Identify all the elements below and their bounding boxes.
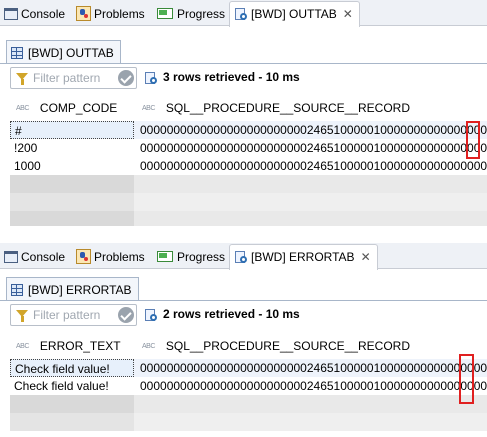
tab-console[interactable]: Console [4, 246, 65, 268]
tab-console-label: Console [21, 250, 66, 264]
table-grid-icon [11, 283, 23, 296]
column-header-error-text[interactable]: ABC ERROR_TEXT [16, 333, 121, 359]
empty-cell [134, 175, 487, 193]
tab-progress-label: Progress [177, 7, 226, 21]
column-header-comp-code[interactable]: ABC COMP_CODE [16, 95, 117, 121]
table-row[interactable]: # 00000000000000000000000002465100000100… [0, 121, 487, 139]
grid-header: ABC COMP_CODE ABC SQL__PROCEDURE__SOURCE__… [0, 95, 487, 121]
view-tab-bar: Console Problems Progress [BWD] OUTTAB ✕ [0, 0, 487, 27]
table-grid-icon [11, 46, 23, 59]
empty-cell [10, 175, 134, 193]
tab-problems-label: Problems [94, 7, 145, 21]
editor-tab-errortab[interactable]: [BWD] ERRORTAB [6, 277, 139, 301]
tab-outtab[interactable]: [BWD] OUTTAB ✕ [229, 1, 360, 27]
filter-funnel-icon [16, 73, 28, 85]
tab-errortab[interactable]: [BWD] ERRORTAB ✕ [229, 244, 378, 270]
filter-input[interactable]: Filter pattern [10, 304, 137, 326]
text-type-icon: ABC [142, 104, 155, 112]
outtab-panel: Console Problems Progress [BWD] OUTTAB ✕ … [0, 0, 487, 226]
editor-tab-label: [BWD] OUTTAB [28, 46, 114, 60]
console-icon [4, 250, 18, 263]
tab-progress-label: Progress [177, 250, 226, 264]
empty-cell [134, 193, 487, 211]
filter-toolbar: Filter pattern 2 rows retrieved - 10 ms [0, 300, 487, 331]
table-row[interactable]: !200 00000000000000000000000002465100000… [0, 139, 487, 157]
editor-tab-outtab[interactable]: [BWD] OUTTAB [6, 40, 121, 64]
empty-cell [10, 413, 134, 431]
console-icon [4, 7, 18, 20]
errortab-panel: Console Problems Progress [BWD] ERRORTAB… [0, 243, 487, 437]
grid-cell[interactable]: !200 [10, 139, 134, 157]
text-type-icon: ABC [16, 104, 29, 112]
column-header-label: COMP_CODE [39, 101, 118, 115]
empty-cell [134, 395, 487, 413]
tab-problems[interactable]: Problems [76, 3, 145, 25]
column-header-label: SQL__PROCEDURE__SOURCE__RECORD [165, 101, 410, 115]
tab-progress[interactable]: Progress [157, 3, 225, 25]
tab-console-label: Console [21, 7, 66, 21]
grid-cell[interactable]: 0000000000000000000000000246510000010000… [134, 377, 487, 395]
rows-retrieved-status: 3 rows retrieved - 10 ms [163, 70, 300, 84]
grid-cell[interactable]: 0000000000000000000000000246510000010000… [134, 121, 487, 139]
close-icon[interactable]: ✕ [361, 245, 371, 269]
tab-problems-label: Problems [94, 250, 145, 264]
grid-cell[interactable]: 1000 [10, 157, 134, 175]
grid-cell[interactable]: 0000000000000000000000000246510000010000… [134, 359, 487, 377]
tab-progress[interactable]: Progress [157, 246, 225, 268]
result-set-icon [234, 7, 248, 21]
empty-row [0, 413, 487, 431]
table-row[interactable]: Check field value! 000000000000000000000… [0, 377, 487, 395]
filter-input[interactable]: Filter pattern [10, 67, 137, 89]
empty-cell [10, 395, 134, 413]
text-type-icon: ABC [16, 342, 29, 350]
grid-cell[interactable]: 0000000000000000000000000246510000010000… [134, 139, 487, 157]
grid-cell[interactable]: 0000000000000000000000000246510000010000… [134, 157, 487, 175]
result-set-icon [144, 308, 158, 322]
filter-toolbar: Filter pattern 3 rows retrieved - 10 ms [0, 63, 487, 94]
filter-funnel-icon [16, 310, 28, 322]
empty-row [0, 193, 487, 211]
apply-filter-icon[interactable] [118, 307, 134, 323]
problems-icon [76, 249, 91, 265]
apply-filter-icon[interactable] [118, 70, 134, 86]
result-grid: ABC COMP_CODE ABC SQL__PROCEDURE__SOURCE__… [0, 95, 487, 226]
empty-row [0, 395, 487, 413]
progress-icon [157, 251, 173, 263]
result-grid: ABC ERROR_TEXT ABC SQL__PROCEDURE__SOURCE_… [0, 333, 487, 437]
empty-cell [10, 211, 134, 226]
problems-icon [76, 6, 91, 22]
column-header-source-record[interactable]: ABC SQL__PROCEDURE__SOURCE__RECORD [142, 95, 410, 121]
close-icon[interactable]: ✕ [343, 2, 353, 26]
highlight-box [459, 354, 474, 404]
filter-placeholder: Filter pattern [33, 308, 101, 322]
filter-placeholder: Filter pattern [33, 71, 101, 85]
rows-retrieved-status: 2 rows retrieved - 10 ms [163, 307, 300, 321]
tab-errortab-label: [BWD] ERRORTAB [251, 250, 355, 264]
table-row[interactable]: Check field value! 000000000000000000000… [0, 359, 487, 377]
view-tab-bar: Console Problems Progress [BWD] ERRORTAB… [0, 243, 487, 270]
empty-cell [134, 211, 487, 226]
highlight-box [466, 121, 480, 159]
tab-console[interactable]: Console [4, 3, 65, 25]
empty-row [0, 211, 487, 226]
grid-cell[interactable]: Check field value! [10, 377, 134, 395]
column-header-source-record[interactable]: ABC SQL__PROCEDURE__SOURCE__RECORD [142, 333, 410, 359]
table-row[interactable]: 1000 00000000000000000000000002465100000… [0, 157, 487, 175]
column-header-label: ERROR_TEXT [39, 339, 121, 353]
empty-row [0, 175, 487, 193]
column-header-label: SQL__PROCEDURE__SOURCE__RECORD [165, 339, 410, 353]
grid-cell[interactable]: # [10, 121, 134, 139]
grid-cell[interactable]: Check field value! [10, 359, 134, 377]
tab-outtab-label: [BWD] OUTTAB [251, 7, 337, 21]
grid-header: ABC ERROR_TEXT ABC SQL__PROCEDURE__SOURCE_… [0, 333, 487, 359]
result-set-icon [144, 71, 158, 85]
text-type-icon: ABC [142, 342, 155, 350]
empty-cell [134, 413, 487, 431]
editor-tab-label: [BWD] ERRORTAB [28, 283, 132, 297]
result-set-icon [234, 250, 248, 264]
progress-icon [157, 8, 173, 20]
tab-problems[interactable]: Problems [76, 246, 145, 268]
empty-cell [10, 193, 134, 211]
